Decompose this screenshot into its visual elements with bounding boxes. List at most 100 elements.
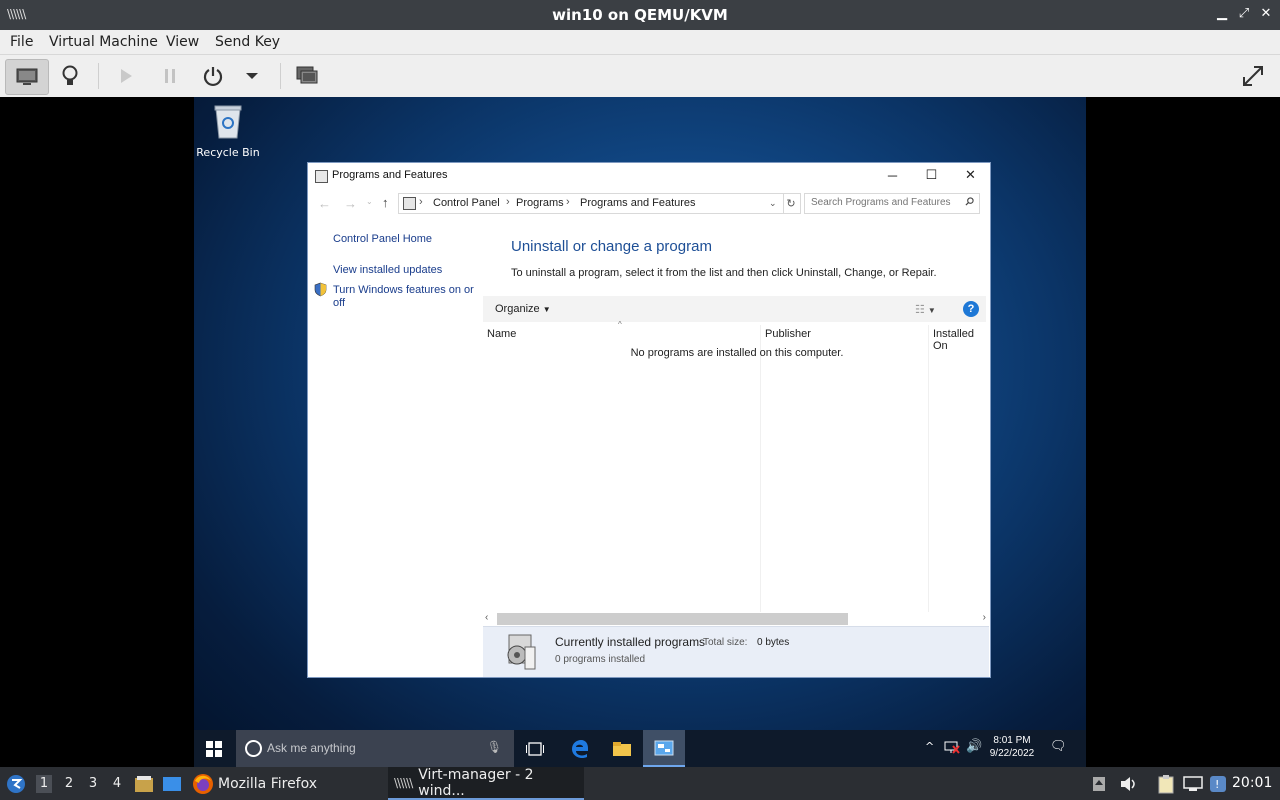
start-button[interactable] bbox=[194, 730, 234, 767]
breadcrumb-control-panel[interactable]: Control Panel bbox=[433, 197, 500, 209]
recycle-bin[interactable]: Recycle Bin bbox=[194, 103, 262, 159]
cortana-placeholder: Ask me anything bbox=[267, 741, 356, 755]
updates-icon: ! bbox=[1210, 775, 1226, 792]
total-size-label: Total size: bbox=[703, 637, 748, 648]
workspace-4[interactable]: 4 bbox=[109, 776, 125, 791]
close-icon[interactable]: ✕ bbox=[1260, 6, 1272, 21]
page-description: To uninstall a program, select it from t… bbox=[511, 267, 937, 279]
network-icon[interactable] bbox=[944, 740, 960, 757]
snapshot-icon bbox=[296, 66, 318, 84]
scroll-right-icon[interactable]: › bbox=[983, 612, 986, 623]
workspace-2[interactable]: 2 bbox=[61, 776, 77, 791]
maximize-icon[interactable]: ⤢ bbox=[1238, 6, 1250, 21]
edge-button[interactable] bbox=[559, 730, 601, 767]
recent-chevron-icon[interactable]: ⌄ bbox=[366, 197, 373, 206]
total-size-value: 0 bytes bbox=[757, 637, 790, 648]
shutdown-button[interactable] bbox=[199, 59, 227, 93]
address-bar[interactable]: › Control Panel › Programs › Programs an… bbox=[398, 193, 784, 214]
window-minimize-button[interactable]: ─ bbox=[873, 163, 912, 187]
eject-icon bbox=[1093, 776, 1105, 791]
windows-features-link-line2[interactable]: off bbox=[333, 297, 345, 309]
guest-time: 8:01 PM bbox=[993, 735, 1031, 746]
guest-taskbar: Ask me anything 🎙 ^ 🔊 8:01 PM 9/22/2022 … bbox=[194, 730, 1086, 767]
window-close-button[interactable]: ✕ bbox=[951, 163, 990, 187]
breadcrumb-programs[interactable]: Programs bbox=[516, 197, 564, 209]
taskbar-virt-manager[interactable]: \\\\\\ Virt-manager - 2 wind... bbox=[388, 767, 584, 800]
workspace-3[interactable]: 3 bbox=[85, 776, 101, 791]
help-icon[interactable]: ? bbox=[963, 301, 979, 317]
console-button[interactable] bbox=[5, 59, 49, 95]
files-launcher[interactable] bbox=[134, 767, 154, 800]
menu-virtual-machine[interactable]: Virtual Machine bbox=[49, 34, 158, 50]
window-titlebar: Programs and Features ─ ☐ ✕ bbox=[308, 163, 990, 189]
details-title: Currently installed programs bbox=[555, 635, 706, 649]
organize-label: Organize bbox=[495, 303, 540, 315]
taskbar-firefox-label: Mozilla Firefox bbox=[218, 775, 318, 792]
breadcrumb-programs-features[interactable]: Programs and Features bbox=[580, 197, 696, 209]
column-header-publisher[interactable]: Publisher bbox=[765, 328, 811, 340]
menu-send-key[interactable]: Send Key bbox=[215, 34, 280, 50]
up-arrow-icon[interactable]: ↑ bbox=[382, 195, 389, 210]
show-desktop-launcher[interactable] bbox=[162, 767, 182, 800]
guest-clock[interactable]: 8:01 PM 9/22/2022 bbox=[982, 734, 1042, 760]
run-button[interactable] bbox=[114, 59, 138, 93]
sort-arrow-icon: ^ bbox=[618, 320, 622, 329]
tray-up-icon[interactable] bbox=[1092, 767, 1106, 800]
chevron-down-icon: ▼ bbox=[927, 306, 936, 315]
taskbar-firefox[interactable]: Mozilla Firefox bbox=[192, 767, 325, 800]
file-explorer-button[interactable] bbox=[601, 730, 643, 767]
view-installed-updates-link[interactable]: View installed updates bbox=[333, 264, 442, 276]
clipboard-icon[interactable] bbox=[1157, 767, 1175, 800]
control-panel-home-link[interactable]: Control Panel Home bbox=[333, 233, 432, 245]
lightbulb-icon bbox=[62, 65, 78, 85]
folder-icon bbox=[613, 741, 631, 756]
cortana-search[interactable]: Ask me anything 🎙 bbox=[236, 730, 514, 767]
task-view-icon bbox=[526, 741, 544, 756]
search-input[interactable] bbox=[805, 194, 967, 211]
power-icon bbox=[203, 67, 223, 87]
pause-button[interactable] bbox=[158, 59, 182, 93]
volume-icon[interactable] bbox=[1119, 767, 1137, 800]
volume-icon[interactable]: 🔊 bbox=[966, 739, 982, 754]
details-button[interactable] bbox=[56, 59, 84, 93]
control-panel-icon bbox=[403, 197, 416, 210]
address-dropdown-icon[interactable]: ⌄ bbox=[769, 198, 777, 209]
app-menu-button[interactable] bbox=[6, 767, 26, 800]
menu-view[interactable]: View bbox=[166, 34, 199, 50]
windows-features-link[interactable]: Turn Windows features on or bbox=[333, 284, 474, 296]
installed-programs-icon bbox=[507, 634, 536, 670]
chevron-down-icon: ▼ bbox=[542, 305, 551, 314]
show-hidden-icons-icon[interactable]: ^ bbox=[925, 740, 934, 753]
update-tray-icon[interactable]: ! bbox=[1209, 767, 1227, 800]
page-title: Uninstall or change a program bbox=[511, 238, 712, 255]
microphone-icon[interactable]: 🎙 bbox=[487, 740, 502, 754]
refresh-icon[interactable]: ↻ bbox=[782, 193, 801, 214]
snapshots-button[interactable] bbox=[293, 59, 321, 93]
window-maximize-button[interactable]: ☐ bbox=[912, 163, 951, 187]
clipboard-icon bbox=[1158, 774, 1174, 793]
column-header-name[interactable]: Name bbox=[487, 328, 516, 340]
recycle-bin-icon bbox=[214, 105, 242, 139]
task-view-button[interactable] bbox=[514, 730, 556, 767]
scroll-left-icon[interactable]: ‹ bbox=[485, 612, 488, 623]
horizontal-scrollbar[interactable]: ‹ › bbox=[483, 612, 988, 626]
organize-button[interactable]: Organize ▼ bbox=[495, 303, 551, 315]
menu-file[interactable]: File bbox=[10, 34, 33, 50]
minimize-icon[interactable]: ▁ bbox=[1216, 6, 1228, 21]
control-panel-taskbar-button[interactable] bbox=[643, 730, 685, 767]
fullscreen-button[interactable] bbox=[1238, 59, 1268, 93]
network-tray-icon[interactable] bbox=[1183, 767, 1203, 800]
host-clock[interactable]: 20:01 bbox=[1232, 775, 1272, 791]
forward-arrow-icon[interactable]: → bbox=[344, 196, 357, 211]
back-arrow-icon[interactable]: ← bbox=[318, 196, 331, 211]
scrollbar-thumb[interactable] bbox=[497, 613, 848, 625]
details-pane: Currently installed programs Total size:… bbox=[483, 626, 989, 677]
change-view-button[interactable]: ☷ ▼ bbox=[915, 303, 936, 316]
programs-count: 0 programs installed bbox=[555, 654, 646, 665]
workspace-1[interactable]: 1 bbox=[36, 775, 52, 793]
play-icon bbox=[121, 69, 132, 83]
search-icon[interactable] bbox=[965, 197, 974, 206]
action-center-icon[interactable]: 🗨 bbox=[1050, 739, 1067, 754]
shutdown-menu-button[interactable] bbox=[243, 59, 261, 93]
host-panel: 1 2 3 4 Mozilla Firefox \\\\\\ Virt-mana… bbox=[0, 767, 1280, 800]
